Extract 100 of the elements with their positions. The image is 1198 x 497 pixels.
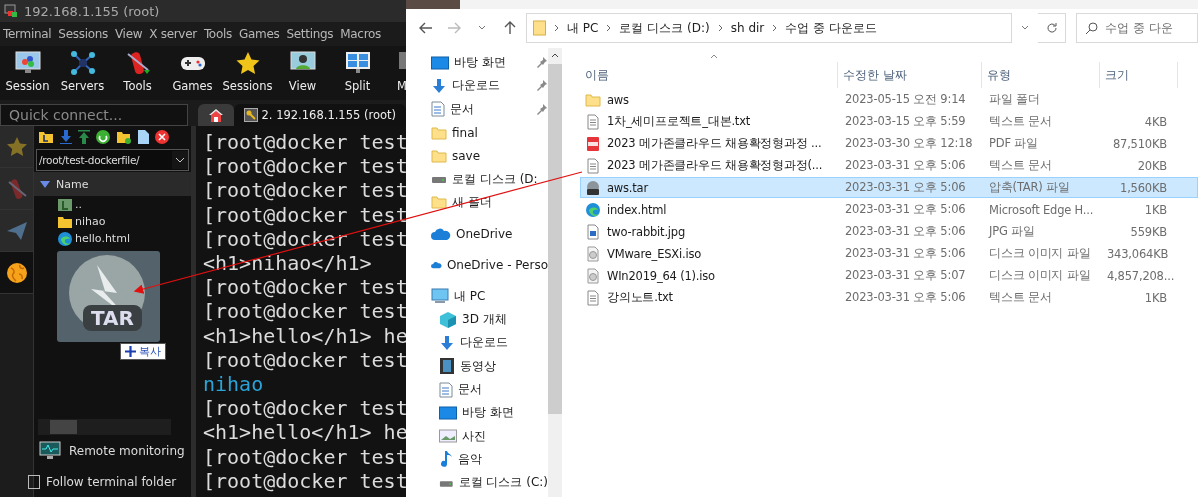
file-row[interactable]: 강의노트.txt 2023-03-31 오후 5:06 텍스트 문서 1KB	[580, 287, 1198, 308]
quick-connect-field[interactable]: Quick connect...	[0, 104, 188, 126]
desktop-icon	[431, 55, 449, 70]
file-item[interactable]: nihao	[34, 213, 191, 230]
nav-item[interactable]: 문서	[406, 97, 548, 121]
cloud-icon	[431, 226, 451, 241]
terminal-line: [root@docker test	[203, 396, 406, 421]
nav-item[interactable]: 다운로드	[406, 74, 548, 98]
toolbar-button[interactable]: Tools	[110, 46, 165, 100]
column-header[interactable]: 유형	[982, 62, 1100, 88]
nav-item[interactable]: 바탕 화면	[406, 401, 548, 425]
menu-item[interactable]: Macros	[340, 27, 382, 41]
document-icon	[439, 381, 453, 398]
copy-label: 복사	[139, 344, 161, 359]
date-cell-text: 2023-03-31 오후 5:06	[844, 290, 967, 305]
globe-icon	[5, 261, 28, 284]
type-cell-text: 디스크 이미지 파일	[988, 268, 1092, 283]
size-cell-text: 1KB	[1143, 202, 1168, 217]
nav-item[interactable]: 문서	[406, 377, 548, 402]
file-row[interactable]: VMware_ESXi.iso 2023-03-31 오후 5:06 디스크 이미지 파일 343,064KB	[580, 243, 1198, 264]
breadcrumb[interactable]: sh dir	[730, 21, 765, 35]
breadcrumb[interactable]: 로컬 디스크 (D:)	[619, 19, 710, 37]
terminal-line: [root@docker test	[203, 154, 406, 179]
menu-item[interactable]: Sessions	[58, 27, 108, 41]
address-bar[interactable]: 내 PC 로컬 디스크 (D:) sh dir 수업 중 다운로드	[526, 13, 1012, 43]
file-item[interactable]: hello.html	[34, 230, 191, 247]
folder-icon	[431, 194, 447, 211]
size-cell-text: 4,857,208...	[1106, 268, 1176, 283]
toolbar-button[interactable]: Servers	[55, 46, 110, 100]
file-row[interactable]: 2023 메가존클라우드 채용확정형과정 ... 2023-03-30 오후 12:18 PDF 파일 87,510KB	[580, 133, 1198, 154]
file-name: VMware_ESXi.iso	[606, 246, 702, 261]
file-name: aws.tar	[606, 180, 648, 195]
column-header[interactable]: 이름	[580, 62, 838, 88]
nav-item[interactable]: 바탕 화면	[406, 51, 548, 75]
nav-item[interactable]: final	[406, 120, 548, 145]
remote-monitoring-label[interactable]: Remote monitoring	[69, 444, 185, 458]
column-title: Name	[56, 177, 89, 191]
edge-icon	[585, 201, 601, 218]
menu-item[interactable]: X server	[149, 27, 197, 41]
terminal-line: <h1>hello</h1> he	[203, 323, 406, 348]
file-row[interactable]: 1차_세미프로젝트_대본.txt 2023-03-15 오후 5:59 텍스트 문서 4KB	[580, 111, 1198, 132]
nav-item[interactable]: save	[406, 144, 548, 168]
toolbar-button[interactable]: Games	[165, 46, 220, 100]
toolbar-button[interactable]: View	[275, 46, 330, 100]
file-row[interactable]: aws 2023-05-15 오전 9:14 파일 폴더	[580, 89, 1198, 110]
session-tab[interactable]: 2. 192.168.1.155 (root)	[233, 104, 406, 126]
terminal-line: [root@docker test	[203, 275, 406, 300]
side-tab[interactable]	[0, 252, 33, 294]
nav-item[interactable]: 로컬 디스크 (C:)	[406, 471, 548, 495]
path-field[interactable]: /root/test-dockerfile/	[36, 149, 189, 171]
nav-item[interactable]: 3D 개체	[406, 307, 548, 332]
text-file-icon	[585, 113, 601, 130]
type-cell-text: Microsoft Edge H...	[988, 202, 1095, 217]
nav-item[interactable]: 사진	[406, 424, 548, 448]
nav-item[interactable]: 내 PC	[406, 284, 548, 308]
toolbar-button[interactable]: Session	[0, 46, 55, 100]
refresh-button[interactable]	[1038, 13, 1066, 43]
scrollbar[interactable]	[548, 48, 562, 497]
column-header[interactable]: 크기	[1100, 62, 1178, 88]
file-row[interactable]: 2023 메가존클라우드 채용확정형과정(... 2023-03-31 오후 5:06 텍스트 문서 20KB	[580, 155, 1198, 176]
file-row[interactable]: two-rabbit.jpg 2023-03-31 오후 5:06 JPG 파일 559KB	[580, 221, 1198, 242]
folder-icon	[533, 20, 546, 36]
breadcrumb[interactable]: 내 PC	[567, 19, 599, 37]
menu-item[interactable]: Tools	[203, 27, 232, 41]
nav-item[interactable]: 음악	[406, 447, 548, 472]
file-row[interactable]: WIn2019_64 (1).iso 2023-03-31 오후 5:07 디스크 이미지 파일 4,857,208...	[580, 265, 1198, 286]
menu-item[interactable]: Games	[238, 27, 280, 41]
file-row[interactable]: aws.tar 2023-03-31 오후 5:06 압축(TAR) 파일 1,560KB	[580, 177, 1198, 198]
toolbar-button[interactable]: Sessions	[220, 46, 275, 100]
column-header[interactable]: Name	[34, 172, 191, 196]
toolbar-button[interactable]: M	[385, 46, 406, 100]
pin-icon	[536, 79, 548, 92]
dropdown-icon	[172, 151, 188, 169]
size-cell-text: 20KB	[1136, 158, 1168, 173]
type-cell-text: 텍스트 문서	[988, 114, 1053, 129]
nav-item[interactable]: 다운로드	[406, 331, 548, 355]
toolbar-button[interactable]: Split	[330, 46, 385, 100]
search-field[interactable]: 수업 중 다운	[1076, 13, 1198, 43]
refresh-icon	[1045, 22, 1058, 34]
follow-checkbox[interactable]	[28, 475, 40, 489]
nav-item[interactable]: 동영상	[406, 354, 548, 378]
menu-item[interactable]: View	[114, 27, 143, 41]
pdf-file-icon	[585, 135, 601, 152]
column-header[interactable]: 수정한 날짜	[838, 62, 982, 88]
breadcrumb[interactable]: 수업 중 다운로드	[785, 19, 877, 37]
scrollbar[interactable]	[38, 419, 171, 435]
home-tab[interactable]	[198, 104, 234, 126]
file-row[interactable]: index.html 2023-03-31 오후 5:06 Microsoft Edge H... 1KB	[580, 199, 1198, 220]
monitor-graph-icon	[39, 441, 61, 461]
disc-image-icon	[585, 245, 601, 262]
date-cell-text: 2023-03-31 오후 5:06	[844, 158, 967, 173]
download-icon	[431, 77, 447, 94]
menu-item[interactable]: Settings	[286, 27, 334, 41]
search-icon	[1085, 22, 1098, 35]
file-item[interactable]: ..	[34, 196, 191, 213]
nav-item[interactable]: OneDrive - Perso	[406, 253, 548, 277]
size-cell-text: 1KB	[1143, 290, 1168, 305]
nav-item[interactable]: OneDrive	[406, 222, 548, 246]
nav-item[interactable]: 로컬 디스크 (D:	[406, 167, 548, 191]
menu-item[interactable]: Terminal	[3, 27, 52, 41]
